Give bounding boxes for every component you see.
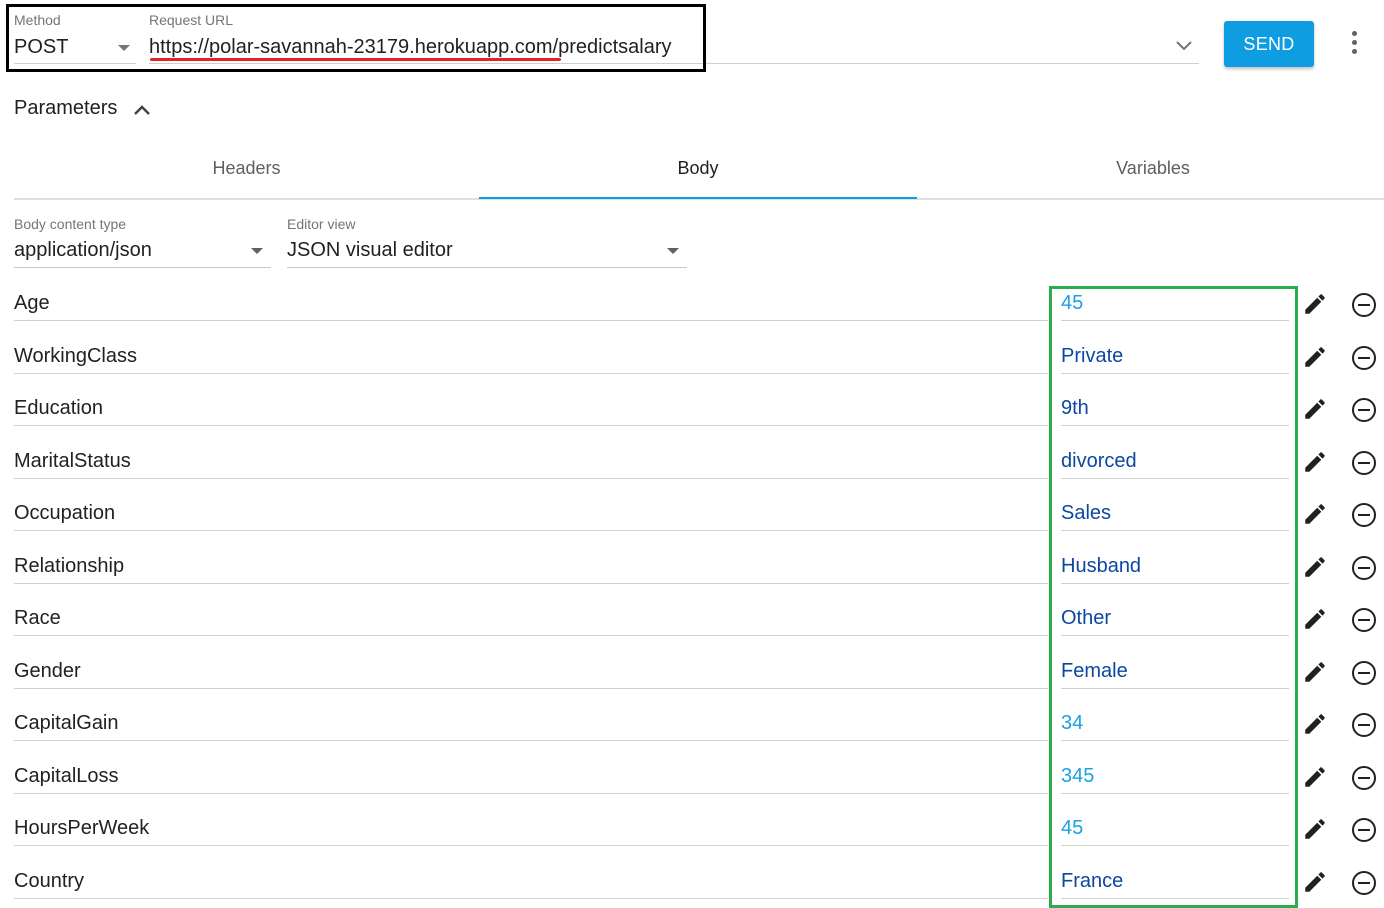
tab-variables[interactable]: Variables bbox=[917, 140, 1384, 200]
request-url-value[interactable]: https://polar-savannah-23179.herokuapp.c… bbox=[149, 36, 672, 59]
property-value[interactable]: Sales bbox=[1061, 501, 1289, 531]
property-value[interactable]: Female bbox=[1061, 659, 1289, 689]
pencil-icon[interactable] bbox=[1302, 659, 1328, 685]
remove-circle-icon[interactable] bbox=[1350, 396, 1378, 424]
pencil-icon[interactable] bbox=[1302, 554, 1328, 580]
editor-view-select[interactable]: Editor view JSON visual editor bbox=[287, 213, 687, 268]
method-select[interactable]: Method POST bbox=[14, 11, 136, 64]
property-value[interactable]: 34 bbox=[1061, 711, 1289, 741]
body-content-type-label: Body content type bbox=[14, 216, 127, 232]
property-row: Education 9th bbox=[0, 396, 1384, 449]
property-row: CapitalLoss 345 bbox=[0, 764, 1384, 817]
caret-down-icon bbox=[667, 248, 679, 254]
pencil-icon[interactable] bbox=[1302, 606, 1328, 632]
property-name: CapitalLoss bbox=[14, 764, 1048, 794]
remove-circle-icon[interactable] bbox=[1350, 606, 1378, 634]
pencil-icon[interactable] bbox=[1302, 816, 1328, 842]
caret-down-icon bbox=[251, 248, 263, 254]
property-name: Age bbox=[14, 291, 1048, 321]
property-row: Occupation Sales bbox=[0, 501, 1384, 554]
send-button[interactable]: SEND bbox=[1224, 21, 1314, 67]
remove-circle-icon[interactable] bbox=[1350, 711, 1378, 739]
property-row: Country France bbox=[0, 869, 1384, 908]
chevron-up-icon[interactable] bbox=[132, 100, 152, 120]
property-value[interactable]: Other bbox=[1061, 606, 1289, 636]
property-value[interactable]: Private bbox=[1061, 344, 1289, 374]
property-value[interactable]: Husband bbox=[1061, 554, 1289, 584]
remove-circle-icon[interactable] bbox=[1350, 554, 1378, 582]
property-name: Country bbox=[14, 869, 1048, 899]
property-name: HoursPerWeek bbox=[14, 816, 1048, 846]
remove-circle-icon[interactable] bbox=[1350, 501, 1378, 529]
pencil-icon[interactable] bbox=[1302, 764, 1328, 790]
property-name: Relationship bbox=[14, 554, 1048, 584]
pencil-icon[interactable] bbox=[1302, 344, 1328, 370]
property-row: MaritalStatus divorced bbox=[0, 449, 1384, 502]
body-content-type-select[interactable]: Body content type application/json bbox=[14, 213, 271, 268]
chevron-down-icon[interactable] bbox=[1174, 35, 1194, 55]
property-value[interactable]: France bbox=[1061, 869, 1289, 899]
request-url-field[interactable]: Request URL https://polar-savannah-23179… bbox=[149, 11, 1199, 64]
property-row: Relationship Husband bbox=[0, 554, 1384, 607]
property-name: WorkingClass bbox=[14, 344, 1048, 374]
property-value[interactable]: 45 bbox=[1061, 816, 1289, 846]
remove-circle-icon[interactable] bbox=[1350, 764, 1378, 792]
remove-circle-icon[interactable] bbox=[1350, 344, 1378, 372]
property-row: HoursPerWeek 45 bbox=[0, 816, 1384, 869]
property-name: Gender bbox=[14, 659, 1048, 689]
pencil-icon[interactable] bbox=[1302, 711, 1328, 737]
tab-headers[interactable]: Headers bbox=[14, 140, 479, 200]
editor-view-value: JSON visual editor bbox=[287, 239, 453, 261]
remove-circle-icon[interactable] bbox=[1350, 816, 1378, 844]
property-name: Occupation bbox=[14, 501, 1048, 531]
tab-body[interactable]: Body bbox=[479, 140, 917, 200]
property-value[interactable]: 345 bbox=[1061, 764, 1289, 794]
parameters-title: Parameters bbox=[14, 97, 118, 119]
pencil-icon[interactable] bbox=[1302, 291, 1328, 317]
active-tab-indicator bbox=[479, 197, 917, 199]
property-name: Education bbox=[14, 396, 1048, 426]
pencil-icon[interactable] bbox=[1302, 449, 1328, 475]
property-row: Gender Female bbox=[0, 659, 1384, 712]
remove-circle-icon[interactable] bbox=[1350, 449, 1378, 477]
property-name: CapitalGain bbox=[14, 711, 1048, 741]
property-row: CapitalGain 34 bbox=[0, 711, 1384, 764]
more-vert-icon[interactable] bbox=[1344, 28, 1364, 58]
editor-view-label: Editor view bbox=[287, 216, 356, 232]
property-value[interactable]: 45 bbox=[1061, 291, 1289, 321]
property-value[interactable]: divorced bbox=[1061, 449, 1289, 479]
body-content-type-value: application/json bbox=[14, 239, 152, 261]
pencil-icon[interactable] bbox=[1302, 501, 1328, 527]
method-value: POST bbox=[14, 36, 69, 58]
property-row: WorkingClass Private bbox=[0, 344, 1384, 397]
pencil-icon[interactable] bbox=[1302, 396, 1328, 422]
property-row: Age 45 bbox=[0, 291, 1384, 344]
url-underline-annotation bbox=[150, 58, 561, 61]
remove-circle-icon[interactable] bbox=[1350, 291, 1378, 319]
remove-circle-icon[interactable] bbox=[1350, 659, 1378, 687]
request-url-label: Request URL bbox=[149, 12, 234, 28]
property-row: Race Other bbox=[0, 606, 1384, 659]
property-name: MaritalStatus bbox=[14, 449, 1048, 479]
remove-circle-icon[interactable] bbox=[1350, 869, 1378, 897]
pencil-icon[interactable] bbox=[1302, 869, 1328, 895]
property-value[interactable]: 9th bbox=[1061, 396, 1289, 426]
property-name: Race bbox=[14, 606, 1048, 636]
parameter-tabs: Headers Body Variables bbox=[14, 140, 1384, 200]
method-label: Method bbox=[14, 12, 61, 28]
caret-down-icon bbox=[118, 45, 130, 51]
